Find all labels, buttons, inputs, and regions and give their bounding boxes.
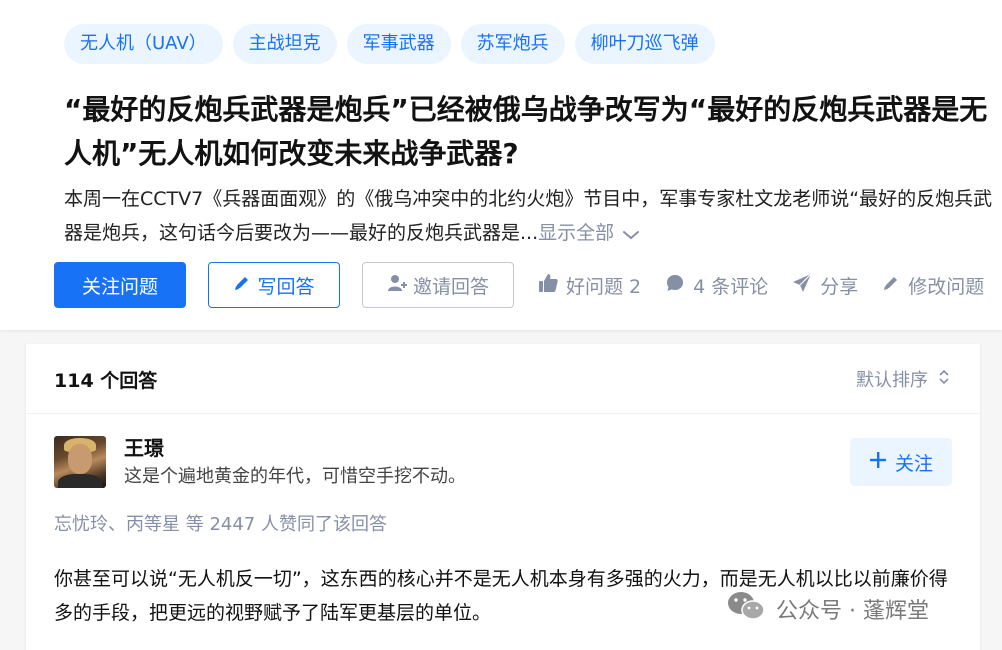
show-all-button[interactable]: 显示全部 — [538, 222, 640, 244]
sort-toggle[interactable]: 默认排序 — [856, 366, 950, 392]
sort-updown-icon — [938, 368, 950, 391]
comments-button[interactable]: 4 条评论 — [665, 272, 768, 299]
sort-label: 默认排序 — [856, 370, 928, 391]
answers-header: 114 个回答 默认排序 — [26, 344, 980, 414]
wechat-icon — [726, 590, 766, 628]
topic-tag[interactable]: 主战坦克 — [232, 24, 337, 64]
paper-plane-icon — [792, 273, 812, 298]
share-label: 分享 — [820, 275, 859, 298]
question-actions: 关注问题 写回答 邀请回答 好问题 2 4 条评论 分享 修改问题 — [54, 262, 984, 308]
watermark: 公众号 · 蓬辉堂 — [726, 590, 929, 628]
author-bio: 这是个遍地黄金的年代，可惜空手挖不动。 — [124, 466, 466, 487]
topic-tag[interactable]: 苏军炮兵 — [460, 24, 565, 64]
follow-author-label: 关注 — [894, 452, 933, 475]
question-title[interactable]: “最好的反炮兵武器是炮兵”已经被俄乌战争改写为“最好的反炮兵武器是无人机”无人机… — [64, 88, 994, 176]
voters-line[interactable]: 忘忧玲、丙等星 等 2447 人赞同了该回答 — [54, 510, 387, 536]
write-answer-button[interactable]: 写回答 — [208, 262, 340, 308]
invite-answer-button[interactable]: 邀请回答 — [362, 262, 514, 308]
show-all-label: 显示全部 — [538, 222, 615, 244]
avatar[interactable] — [54, 436, 106, 488]
comment-icon — [665, 273, 685, 298]
answer-count: 114 个回答 — [54, 370, 158, 392]
invite-answer-label: 邀请回答 — [412, 275, 489, 298]
write-answer-label: 写回答 — [257, 275, 315, 298]
topic-tag[interactable]: 无人机（UAV） — [64, 24, 223, 64]
follow-question-button[interactable]: 关注问题 — [54, 262, 186, 308]
good-question-label: 好问题 2 — [566, 275, 642, 298]
plus-icon — [869, 451, 887, 474]
share-button[interactable]: 分享 — [792, 272, 858, 299]
question-header: 无人机（UAV） 主战坦克 军事武器 苏军炮兵 柳叶刀巡飞弹 “最好的反炮兵武器… — [0, 0, 1002, 330]
question-excerpt: 本周一在CCTV7《兵器面面观》的《俄乌冲突中的北约火炮》节目中，军事专家杜文龙… — [64, 182, 994, 251]
topic-tags: 无人机（UAV） 主战坦克 军事武器 苏军炮兵 柳叶刀巡飞弹 — [64, 24, 715, 64]
edit-question-button[interactable]: 修改问题 — [882, 272, 984, 299]
invite-user-icon — [387, 273, 407, 298]
topic-tag[interactable]: 军事武器 — [346, 24, 451, 64]
thumbs-up-icon — [538, 273, 558, 298]
good-question-button[interactable]: 好问题 2 — [538, 272, 641, 299]
follow-author-button[interactable]: 关注 — [850, 438, 952, 486]
author-name[interactable]: 王璟 — [124, 432, 164, 461]
pencil-icon — [233, 274, 251, 297]
edit-question-label: 修改问题 — [908, 275, 985, 298]
question-excerpt-text: 本周一在CCTV7《兵器面面观》的《俄乌冲突中的北约火炮》节目中，军事专家杜文龙… — [64, 188, 993, 244]
topic-tag[interactable]: 柳叶刀巡飞弹 — [574, 24, 715, 64]
comments-label: 4 条评论 — [693, 275, 769, 298]
pencil-icon — [882, 274, 900, 297]
chevron-down-icon — [622, 217, 640, 251]
watermark-text: 公众号 · 蓬辉堂 — [776, 599, 929, 624]
